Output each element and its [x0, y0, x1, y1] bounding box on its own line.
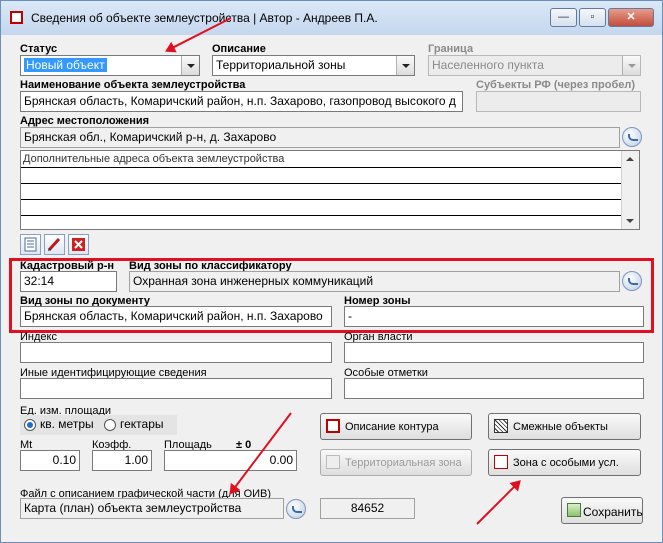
address-input[interactable]: Брянская обл., Комаричский р-н, д. Захар…: [20, 127, 620, 148]
chevron-down-icon[interactable]: [396, 56, 414, 75]
chevron-down-icon: [622, 56, 640, 75]
special-notes-input[interactable]: [344, 378, 644, 399]
description-select[interactable]: Территориальной зоны: [212, 55, 415, 76]
scroll-up-icon[interactable]: [626, 157, 634, 161]
object-info-window: Сведения об объекте землеустройства | Ав…: [0, 0, 663, 543]
boundary-select: Населенного пункта: [428, 55, 641, 76]
description-value: Территориальной зоны: [216, 58, 346, 72]
adjacent-objects-button[interactable]: Смежные объекты: [488, 413, 641, 440]
maximize-button[interactable]: ▫: [579, 8, 606, 27]
territorial-zone-button: Территориальная зона: [320, 449, 472, 476]
list-scrollbar[interactable]: [621, 151, 639, 229]
scroll-down-icon[interactable]: [626, 219, 634, 223]
contour-button-label: Описание контура: [345, 421, 439, 433]
chevron-down-icon[interactable]: [181, 56, 199, 75]
boundary-label: Граница: [428, 43, 474, 55]
list-row[interactable]: [21, 199, 623, 200]
object-name-input[interactable]: Брянская область, Комаричский район, н.п…: [20, 91, 463, 112]
graphic-file-number: 84652: [320, 498, 415, 519]
object-name-label: Наименование объекта землеустройства: [20, 79, 246, 91]
subjects-label: Субъекты РФ (через пробел): [476, 79, 636, 91]
adjacent-objects-icon: [494, 419, 508, 433]
mt-input[interactable]: 0.10: [20, 450, 80, 471]
annotation-arrow: [476, 480, 521, 525]
list-row[interactable]: [21, 167, 623, 168]
radio-hectares-label[interactable]: гектары: [120, 417, 164, 431]
close-button[interactable]: ✕: [608, 8, 654, 27]
delete-icon[interactable]: [68, 234, 89, 255]
cadastral-input[interactable]: 32:14: [20, 271, 117, 292]
address-label: Адрес местоположения: [20, 115, 150, 127]
status-select[interactable]: Новый объект: [20, 55, 200, 76]
save-icon: [567, 503, 581, 517]
list-row[interactable]: [21, 215, 623, 216]
additional-addresses-label: Дополнительные адреса объекта землеустро…: [23, 153, 285, 165]
index-input[interactable]: [20, 342, 332, 363]
radio-sq-meters-label[interactable]: кв. метры: [40, 417, 94, 431]
app-icon: [10, 11, 23, 24]
radio-hectares[interactable]: [104, 419, 116, 431]
window-title: Сведения об объекте землеустройства | Ав…: [31, 11, 378, 25]
list-row[interactable]: [21, 183, 623, 184]
status-label: Статус: [20, 43, 58, 55]
special-zone-button[interactable]: Зона с особыми усл.: [488, 449, 641, 476]
title-bar[interactable]: Сведения об объекте землеустройства | Ав…: [1, 1, 662, 35]
description-label: Описание: [212, 43, 266, 55]
graphic-file-input[interactable]: Карта (план) объекта землеустройства: [20, 498, 284, 519]
zone-classifier-input[interactable]: Охранная зона инженерных коммуникаций: [129, 271, 620, 292]
contour-button[interactable]: Описание контура: [320, 413, 472, 440]
refresh-icon[interactable]: [286, 499, 306, 519]
territorial-zone-icon: [326, 455, 340, 469]
status-value: Новый объект: [24, 58, 107, 72]
minimize-button[interactable]: —: [550, 8, 577, 27]
additional-addresses-list[interactable]: Дополнительные адреса объекта землеустро…: [20, 150, 640, 230]
radio-sq-meters[interactable]: [24, 419, 36, 431]
zone-document-input[interactable]: Брянская область, Комаричский район, н.п…: [20, 306, 332, 327]
special-zone-icon: [494, 455, 508, 469]
zone-number-input[interactable]: -: [344, 306, 644, 327]
area-input[interactable]: 0.00: [164, 450, 297, 471]
territorial-zone-button-label: Территориальная зона: [345, 457, 462, 469]
subjects-input: [476, 91, 641, 112]
save-button[interactable]: Сохранить: [561, 497, 643, 524]
adjacent-objects-button-label: Смежные объекты: [513, 421, 608, 433]
boundary-value: Населенного пункта: [432, 58, 544, 72]
special-zone-button-label: Зона с особыми усл.: [513, 457, 619, 469]
contour-icon: [326, 419, 340, 433]
authority-input[interactable]: [344, 342, 644, 363]
refresh-icon[interactable]: [622, 127, 642, 147]
other-ids-input[interactable]: [20, 378, 332, 399]
save-button-label: Сохранить: [583, 505, 643, 519]
document-list-icon[interactable]: [20, 234, 41, 255]
refresh-icon[interactable]: [622, 271, 642, 291]
edit-pencil-icon[interactable]: [44, 234, 65, 255]
coeff-input[interactable]: 1.00: [92, 450, 152, 471]
